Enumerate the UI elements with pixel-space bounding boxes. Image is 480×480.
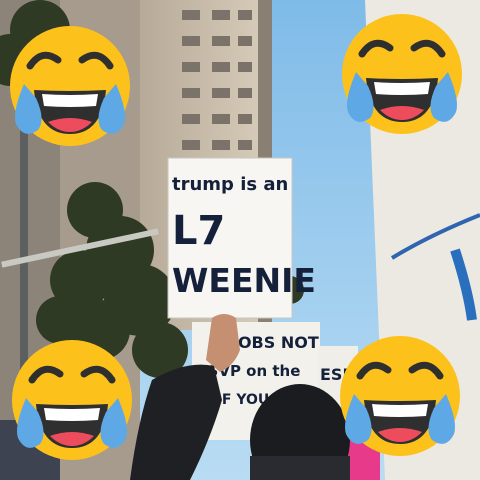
laughing-emoji-icon [10,26,130,146]
laughing-emoji-icon [12,340,132,460]
main-sign-line2: L7 [172,208,225,254]
protest-photo: JOBS NOT RSVP on the OF YOU ESP trump is… [0,0,480,480]
laughing-emoji-icon [340,336,460,456]
laughing-emoji-icon [342,14,462,134]
background-sign-line1: JOBS NOT [231,333,319,352]
main-sign-line1: trump is an [172,174,288,195]
main-sign-line3: WEENIE [172,261,316,300]
